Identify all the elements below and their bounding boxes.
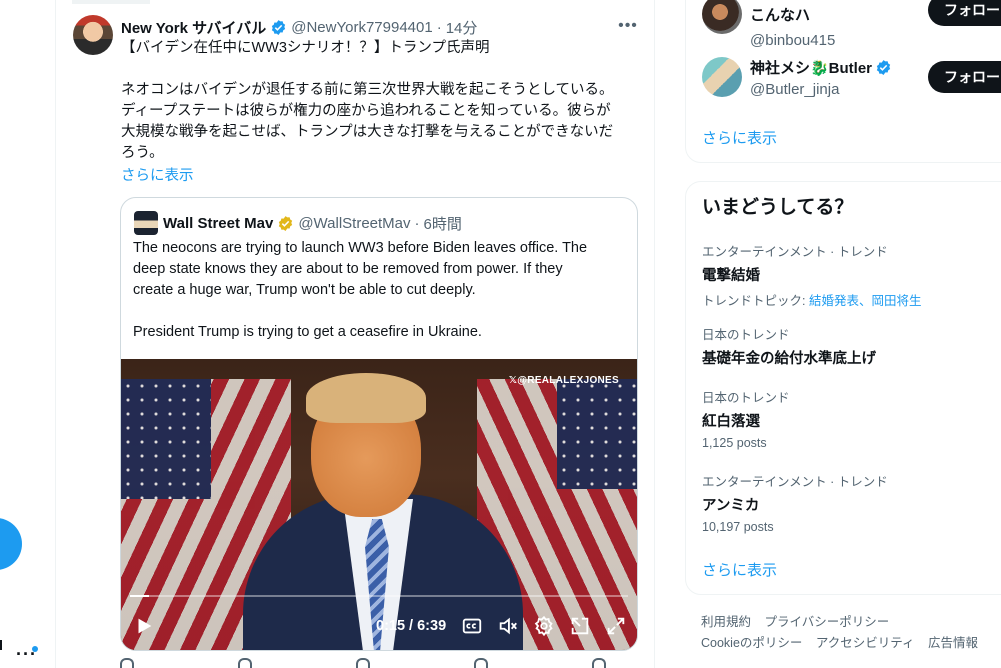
play-icon[interactable]	[133, 615, 155, 637]
follow-button[interactable]: フォロー	[928, 61, 1001, 93]
suggestion-name-text[interactable]: 神社メシ🐉Butler	[750, 57, 872, 78]
captions-icon[interactable]	[461, 615, 483, 637]
video-controls: 0:15 / 6:39	[121, 601, 637, 650]
verified-badge-icon	[876, 60, 891, 75]
more-horizontal-icon[interactable]: •••	[616, 17, 640, 37]
trend-item[interactable]: エンターテインメント · トレンド 電撃結婚 トレンドトピック: 結婚発表、岡田…	[702, 241, 992, 309]
fullscreen-icon[interactable]	[605, 615, 627, 637]
quote-header: Wall Street Mav @WallStreetMav · 6時間	[163, 213, 462, 234]
tweet-author-avatar[interactable]	[73, 15, 113, 55]
video-player[interactable]: 𝕏@REALALEXJONES 0:15 / 6:39	[121, 359, 637, 650]
trend-name: 紅白落選	[702, 414, 760, 430]
separator-dot: ·	[414, 215, 420, 232]
gear-icon[interactable]	[533, 615, 555, 637]
quote-author-name[interactable]: Wall Street Mav	[163, 215, 273, 232]
trend-item[interactable]: 日本のトレンド 紅白落選 1,125 posts	[702, 387, 992, 450]
rail-edge-glyph	[0, 640, 4, 650]
trend-topics-label: トレンドトピック:	[702, 294, 809, 308]
trend-item[interactable]: 日本のトレンド 基礎年金の給付水準底上げ	[702, 324, 992, 368]
trend-topics: トレンドトピック: 結婚発表、岡田将生	[702, 290, 992, 309]
trends-show-more-link[interactable]: さらに表示	[702, 559, 777, 580]
video-progress-fill	[130, 595, 149, 597]
gold-verified-badge-icon	[279, 216, 293, 231]
quote-author-avatar[interactable]	[134, 211, 158, 235]
like-icon[interactable]	[356, 658, 370, 668]
tweet-text: 【バイデン在任中にWW3シナリオ！？】トランプ氏声明 ネオコンはバイデンが退任す…	[121, 40, 614, 161]
suggestion-handle[interactable]: @binbou415	[750, 32, 835, 49]
notification-dot	[32, 646, 38, 652]
video-watermark: 𝕏@REALALEXJONES	[508, 375, 619, 386]
follow-show-more-link[interactable]: さらに表示	[702, 127, 777, 148]
suggestion-name[interactable]: こんなハ	[750, 4, 930, 25]
quote-author-handle[interactable]: @WallStreetMav	[298, 215, 410, 232]
tweet-author-name[interactable]: New York サバイバル	[121, 17, 266, 38]
reply-icon[interactable]	[120, 658, 134, 668]
suggestion-avatar[interactable]	[702, 0, 742, 34]
trend-topics-links[interactable]: 結婚発表、岡田将生	[809, 294, 922, 308]
tweet-header: New York サバイバル @NewYork77994401 · 14分	[121, 17, 477, 38]
trend-post-count: 1,125 posts	[702, 436, 767, 450]
retweet-icon[interactable]	[238, 658, 252, 668]
trend-name: 基礎年金の給付水準底上げ	[702, 351, 876, 367]
trend-context: エンターテインメント · トレンド	[702, 475, 888, 489]
separator-dot: ·	[436, 19, 442, 36]
picture-in-picture-icon[interactable]	[569, 615, 591, 637]
bookmark-icon[interactable]	[592, 658, 606, 668]
follow-button[interactable]: フォロー	[928, 0, 1001, 26]
trends-title: いまどうしてる？	[702, 197, 854, 218]
suggestion-meta: 神社メシ🐉Butler @Butler_jinja	[750, 57, 930, 98]
post-button[interactable]	[0, 518, 22, 570]
trend-context: 日本のトレンド	[702, 328, 790, 342]
quoted-tweet-card[interactable]: Wall Street Mav @WallStreetMav · 6時間 The…	[120, 197, 638, 651]
footer-fade	[700, 648, 1001, 668]
suggestion-name: 神社メシ🐉Butler	[750, 57, 930, 78]
video-time-readout: 0:15 / 6:39	[376, 618, 447, 634]
tweet-timestamp[interactable]: 14分	[446, 17, 478, 38]
mute-icon[interactable]	[497, 615, 519, 637]
tweet-actions-bar	[120, 658, 640, 668]
show-more-link[interactable]: さらに表示	[121, 164, 194, 185]
quote-timestamp[interactable]: 6時間	[424, 213, 462, 234]
trend-post-count: 10,197 posts	[702, 520, 774, 534]
follow-suggestion[interactable]: 神社メシ🐉Butler @Butler_jinja	[702, 57, 891, 98]
top-divider	[72, 0, 150, 4]
trend-name: 電撃結婚	[702, 268, 760, 284]
suggestion-avatar[interactable]	[702, 57, 742, 97]
suggestion-handle[interactable]: @Butler_jinja	[750, 81, 930, 98]
footer-link-terms[interactable]: 利用規約	[701, 615, 751, 629]
views-icon[interactable]	[474, 658, 488, 668]
footer-link-privacy[interactable]: プライバシーポリシー	[765, 615, 890, 629]
trend-context: 日本のトレンド	[702, 391, 790, 405]
trend-context: エンターテインメント · トレンド	[702, 245, 888, 259]
trend-name: アンミカ	[702, 498, 760, 514]
follow-suggestion[interactable]: こんなハ @binbou415	[702, 0, 835, 49]
video-subject-hair	[306, 373, 426, 423]
trend-item[interactable]: エンターテインメント · トレンド アンミカ 10,197 posts	[702, 471, 992, 534]
tweet-author-handle[interactable]: @NewYork77994401	[291, 19, 432, 36]
suggestion-meta: こんなハ @binbou415	[750, 4, 930, 49]
video-progress-bar[interactable]	[130, 595, 628, 597]
quote-text: The neocons are trying to launch WW3 bef…	[133, 240, 588, 340]
verified-badge-icon	[272, 20, 286, 35]
